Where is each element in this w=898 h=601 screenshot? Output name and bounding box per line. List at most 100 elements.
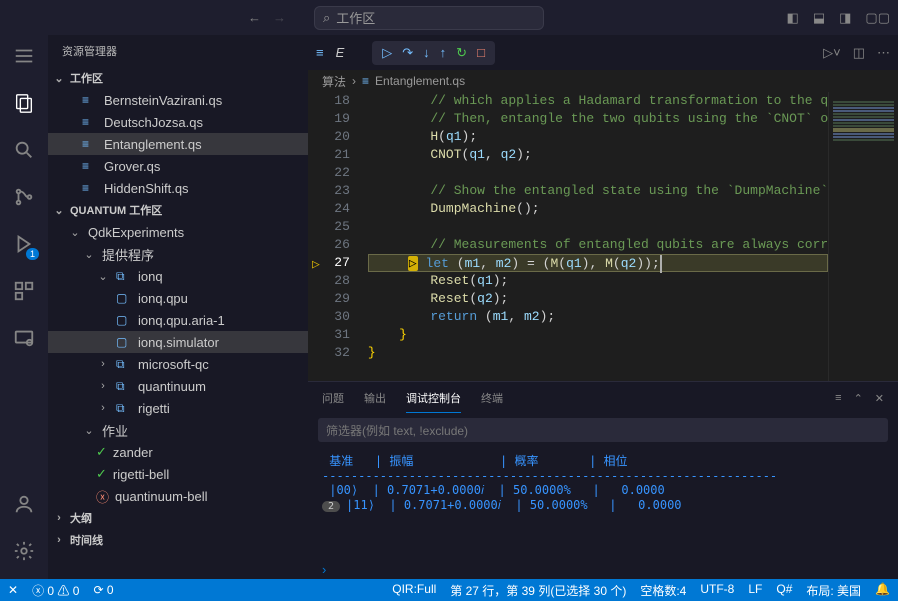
file-icon: ≡ bbox=[362, 74, 369, 88]
activity-bar: 1 bbox=[0, 35, 48, 581]
indentation-status[interactable]: 空格数:4 bbox=[640, 582, 686, 599]
panel-close-icon[interactable]: ✕ bbox=[875, 392, 884, 405]
debug-toolbar: ▷ ↷ ↓ ↑ ↻ □ bbox=[372, 41, 495, 65]
file-item[interactable]: ≡HiddenShift.qs bbox=[48, 177, 308, 199]
panel-tab[interactable]: 问题 bbox=[322, 384, 344, 412]
tree-folder[interactable]: ⌄作业 bbox=[48, 419, 308, 441]
debug-step-out-icon[interactable]: ↑ bbox=[440, 45, 447, 61]
extensions-icon[interactable] bbox=[13, 280, 35, 305]
panel-tab[interactable]: 终端 bbox=[481, 384, 503, 412]
menu-icon[interactable] bbox=[13, 45, 35, 70]
layout-customize-icon[interactable]: ▢▢ bbox=[865, 10, 890, 26]
cursor-position-status[interactable]: 第 27 行，第 39 列(已选择 30 个) bbox=[450, 582, 626, 599]
debug-step-into-icon[interactable]: ↓ bbox=[423, 45, 430, 61]
layout-toggle-bottom-icon[interactable]: ⬓ bbox=[813, 10, 825, 26]
package-icon: ⧉ bbox=[116, 401, 132, 416]
bottom-panel: 问题输出调试控制台终端 ≡ ⌃ ✕ 筛选器(例如 text, !exclude)… bbox=[308, 381, 898, 581]
debug-console-output: 基准 | 振幅 | 概率 | 相位 ----------------------… bbox=[308, 446, 898, 558]
tree-folder[interactable]: ⌄提供程序 bbox=[48, 243, 308, 265]
layout-toggle-left-icon[interactable]: ◧ bbox=[787, 10, 799, 26]
language-mode-status[interactable]: Q# bbox=[776, 582, 792, 599]
target-item[interactable]: ▢ionq.qpu bbox=[48, 287, 308, 309]
debug-step-over-icon[interactable]: ↷ bbox=[402, 45, 413, 61]
chip-icon: ▢ bbox=[116, 291, 132, 305]
panel-tabs: 问题输出调试控制台终端 ≡ ⌃ ✕ bbox=[308, 382, 898, 414]
chevron-right-icon: › bbox=[52, 512, 66, 524]
ports-status[interactable]: ⟳ 0 bbox=[93, 583, 113, 597]
search-placeholder: 工作区 bbox=[336, 8, 375, 27]
target-item[interactable]: ▢ionq.simulator bbox=[48, 331, 308, 353]
chip-icon: ▢ bbox=[116, 335, 132, 349]
search-icon: ⌕ bbox=[323, 10, 330, 26]
explorer-icon[interactable] bbox=[13, 92, 35, 117]
problems-status[interactable]: ⓧ 0 ⚠ 0 bbox=[32, 582, 79, 599]
file-item[interactable]: ≡BernsteinVazirani.qs bbox=[48, 89, 308, 111]
provider-item[interactable]: ›⧉microsoft-qc bbox=[48, 353, 308, 375]
chevron-down-icon: ⌄ bbox=[52, 204, 66, 217]
remote-explorer-icon[interactable] bbox=[13, 327, 35, 352]
file-item[interactable]: ≡Grover.qs bbox=[48, 155, 308, 177]
encoding-status[interactable]: UTF-8 bbox=[700, 582, 734, 599]
job-item[interactable]: ✓ rigetti-bell bbox=[48, 463, 308, 485]
search-activity-icon[interactable] bbox=[13, 139, 35, 164]
file-icon: ≡ bbox=[82, 93, 98, 107]
title-bar: ← → ⌕ 工作区 ◧ ⬓ ◨ ▢▢ bbox=[0, 0, 898, 35]
breadcrumb[interactable]: 算法 › ≡ Entanglement.qs bbox=[308, 70, 898, 92]
run-debug-icon[interactable]: 1 bbox=[13, 233, 35, 258]
file-icon: ≡ bbox=[82, 181, 98, 195]
notifications-icon[interactable]: 🔔 bbox=[875, 582, 890, 599]
package-icon: ⧉ bbox=[116, 269, 132, 284]
panel-filter-icon[interactable]: ≡ bbox=[835, 392, 841, 405]
provider-item[interactable]: ›⧉quantinuum bbox=[48, 375, 308, 397]
tree-folder[interactable]: ⌄QdkExperiments bbox=[48, 221, 308, 243]
file-icon: ≡ bbox=[82, 159, 98, 173]
chevron-right-icon: › bbox=[352, 74, 356, 88]
source-control-icon[interactable] bbox=[13, 186, 35, 211]
panel-tab[interactable]: 输出 bbox=[364, 384, 386, 412]
remote-indicator[interactable]: ✕ bbox=[8, 583, 18, 597]
qir-status[interactable]: QIR:Full bbox=[392, 582, 436, 599]
timeline-section-header[interactable]: › 时间线 bbox=[48, 529, 308, 551]
tree-folder[interactable]: ⌄⧉ionq bbox=[48, 265, 308, 287]
chevron-down-icon: ⌄ bbox=[52, 72, 66, 85]
sidebar-title: 资源管理器 bbox=[48, 35, 308, 67]
settings-gear-icon[interactable] bbox=[13, 540, 35, 565]
status-bar: ✕ ⓧ 0 ⚠ 0 ⟳ 0 QIR:Full 第 27 行，第 39 列(已选择… bbox=[0, 579, 898, 601]
minimap[interactable] bbox=[828, 92, 898, 381]
editor-area: ≡ E ▷ ↷ ↓ ↑ ↻ □ ▷˅ ◫ ⋯ 算法 › ≡ Entangleme… bbox=[308, 35, 898, 581]
layout-toggle-right-icon[interactable]: ◨ bbox=[839, 10, 851, 26]
account-icon[interactable] bbox=[13, 493, 35, 518]
job-item[interactable]: ⓧ quantinuum-bell bbox=[48, 485, 308, 507]
editor-tab[interactable]: E bbox=[336, 45, 345, 60]
panel-clear-icon[interactable]: ⌃ bbox=[854, 392, 863, 405]
code-editor[interactable]: 181920212223242526▷272829303132 // which… bbox=[308, 92, 898, 381]
debug-restart-icon[interactable]: ↻ bbox=[456, 45, 467, 61]
workspace-section-header[interactable]: ⌄ 工作区 bbox=[48, 67, 308, 89]
keyboard-layout-status[interactable]: 布局: 美国 bbox=[806, 582, 861, 599]
debug-stop-icon[interactable]: □ bbox=[477, 45, 485, 61]
panel-tab[interactable]: 调试控制台 bbox=[406, 384, 461, 413]
chip-icon: ▢ bbox=[116, 313, 132, 327]
file-item[interactable]: ≡DeutschJozsa.qs bbox=[48, 111, 308, 133]
debug-continue-icon[interactable]: ▷ bbox=[382, 45, 392, 61]
quantum-section-header[interactable]: ⌄ QUANTUM 工作区 bbox=[48, 199, 308, 221]
package-icon: ⧉ bbox=[116, 379, 132, 394]
command-center-search[interactable]: ⌕ 工作区 bbox=[314, 6, 544, 30]
file-item[interactable]: ≡Entanglement.qs bbox=[48, 133, 308, 155]
file-icon: ≡ bbox=[316, 45, 324, 60]
file-icon: ≡ bbox=[82, 115, 98, 129]
console-filter-input[interactable]: 筛选器(例如 text, !exclude) bbox=[318, 418, 888, 442]
split-editor-icon[interactable]: ◫ bbox=[853, 45, 865, 61]
editor-tab-bar: ≡ E ▷ ↷ ↓ ↑ ↻ □ ▷˅ ◫ ⋯ bbox=[308, 35, 898, 70]
more-actions-icon[interactable]: ⋯ bbox=[877, 45, 890, 61]
provider-item[interactable]: ›⧉rigetti bbox=[48, 397, 308, 419]
eol-status[interactable]: LF bbox=[748, 582, 762, 599]
nav-forward-icon[interactable]: → bbox=[273, 10, 286, 25]
target-item[interactable]: ▢ionq.qpu.aria-1 bbox=[48, 309, 308, 331]
file-icon: ≡ bbox=[82, 137, 98, 151]
nav-back-icon[interactable]: ← bbox=[248, 10, 261, 25]
debug-console-input[interactable]: › bbox=[308, 558, 898, 581]
job-item[interactable]: ✓ zander bbox=[48, 441, 308, 463]
outline-section-header[interactable]: › 大纲 bbox=[48, 507, 308, 529]
run-icon[interactable]: ▷˅ bbox=[823, 45, 841, 61]
